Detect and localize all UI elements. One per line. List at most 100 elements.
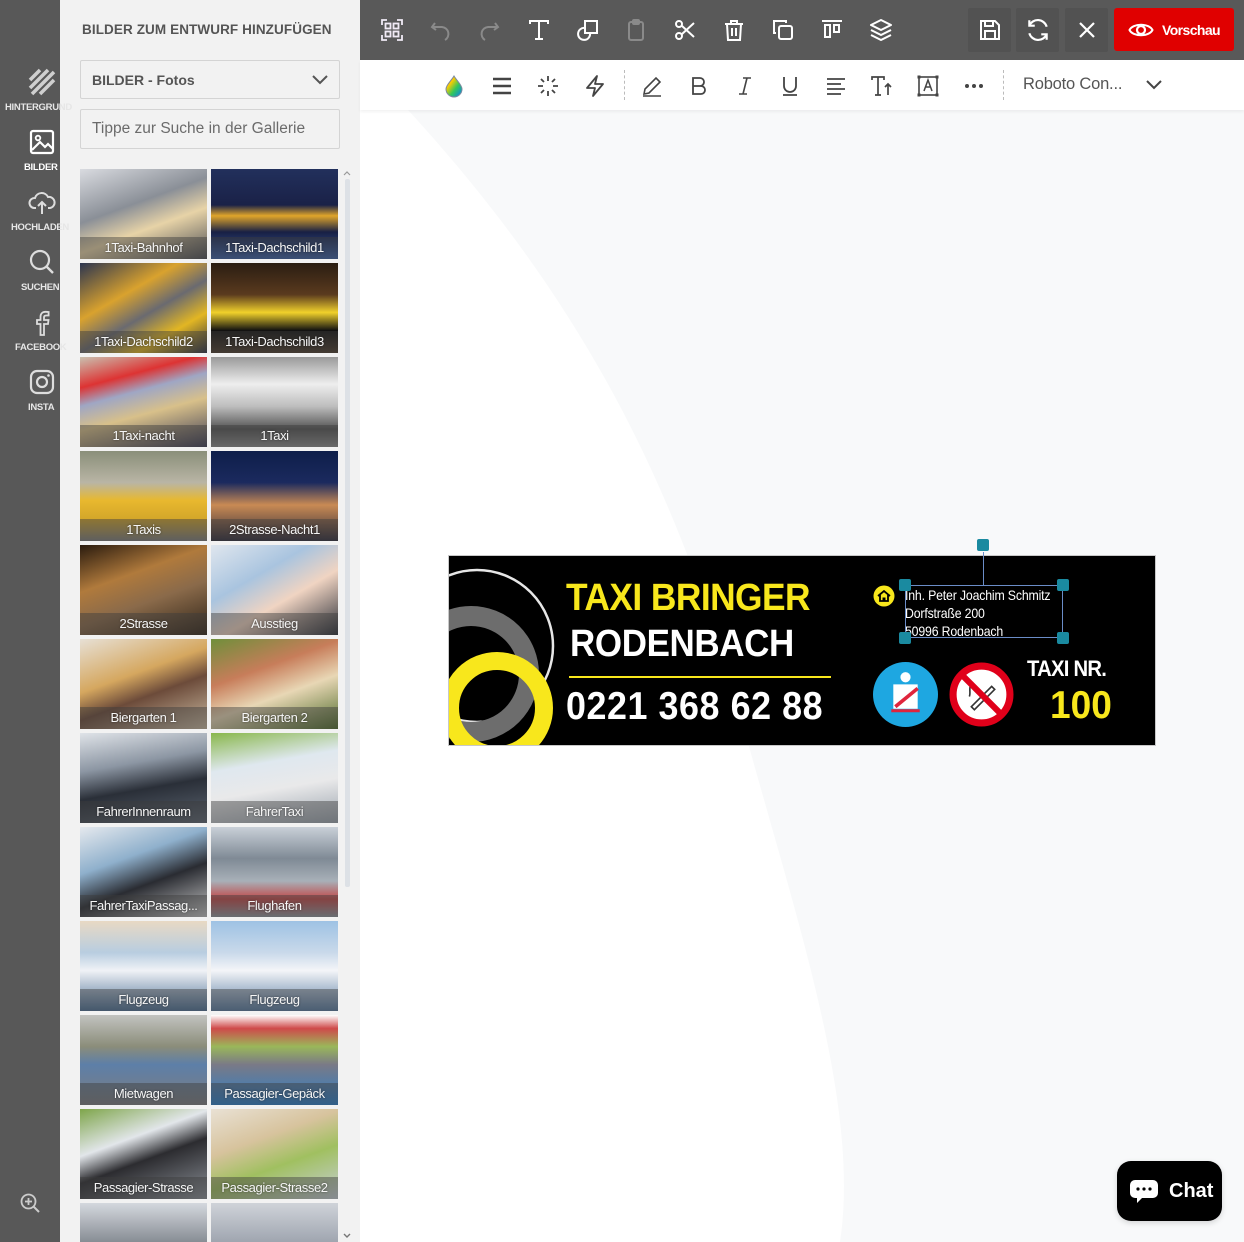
redo-button[interactable] [471, 12, 507, 48]
resize-handle-top-left[interactable] [899, 579, 911, 591]
gallery-thumbnail[interactable]: Ausstieg [211, 545, 338, 635]
resize-handle-top-right[interactable] [1057, 579, 1069, 591]
add-text-button[interactable] [521, 12, 557, 48]
clipboard-icon [628, 19, 644, 41]
cut-button[interactable] [667, 12, 703, 48]
thumbnail-caption: Flugzeug [80, 989, 207, 1011]
gallery-thumbnail[interactable]: Flugzeug [80, 921, 207, 1011]
chat-button[interactable]: Chat [1117, 1161, 1222, 1221]
paste-button[interactable] [618, 12, 654, 48]
resize-handle-bottom-right[interactable] [1057, 632, 1069, 644]
rotate-handle[interactable] [977, 539, 989, 551]
thumbnail-caption: 1Taxis [80, 519, 207, 541]
more-button[interactable] [960, 72, 988, 100]
text-box-button[interactable] [914, 72, 942, 100]
gallery-thumbnail[interactable]: 1Taxi-nacht [80, 357, 207, 447]
resize-handle-bottom-left[interactable] [899, 632, 911, 644]
gallery-thumbnail[interactable]: 1Taxi [211, 357, 338, 447]
align-button[interactable] [822, 72, 850, 100]
category-select[interactable]: BILDER - Fotos [80, 60, 340, 99]
color-button[interactable] [440, 72, 468, 100]
taxi-banner[interactable]: TAXI BRINGER RODENBACH 0221 368 62 88 In… [448, 555, 1156, 746]
thumbnail-caption: 2Strasse [80, 613, 207, 635]
save-icon [979, 20, 1000, 40]
gallery-thumbnail[interactable]: 1Taxi-Bahnhof [80, 169, 207, 259]
gallery-thumbnail[interactable]: 2Strasse [80, 545, 207, 635]
gallery-thumbnail[interactable]: Flughafen [211, 827, 338, 917]
close-button[interactable] [1065, 8, 1108, 52]
italic-button[interactable] [731, 72, 759, 100]
bold-button[interactable] [685, 72, 713, 100]
gallery-thumbnail[interactable]: Flugzeug [211, 921, 338, 1011]
gallery-thumbnail[interactable]: 1Taxi-Dachschild2 [80, 263, 207, 353]
thumbnail-caption: 1Taxi [211, 425, 338, 447]
line-height-button[interactable] [488, 72, 516, 100]
cloud-upload-icon [28, 192, 56, 214]
thumbnail-caption: Ausstieg [211, 613, 338, 635]
undo-icon [430, 22, 450, 41]
close-icon [1078, 22, 1095, 38]
thumbnail-caption: Biergarten 2 [211, 707, 338, 729]
banner-title-line2: RODENBACH [570, 623, 794, 665]
gallery-panel: BILDER ZUM ENTWURF HINZUFÜGEN BILDER - F… [60, 0, 360, 1242]
edit-button[interactable] [638, 72, 666, 100]
align-top-icon [822, 20, 842, 38]
image-grid: 1Taxi-Bahnhof 1Taxi-Dachschild1 1Taxi-Dach… [80, 169, 340, 1242]
gallery-thumbnail[interactable]: Biergarten 1 [80, 639, 207, 729]
qr-code-button[interactable] [374, 12, 410, 48]
gallery-thumbnail[interactable]: 2Strasse-Nacht1 [211, 451, 338, 541]
italic-icon [739, 77, 751, 95]
delete-button[interactable] [716, 12, 752, 48]
gallery-thumbnail[interactable] [211, 1203, 338, 1242]
scroll-up-icon[interactable] [342, 169, 352, 177]
trash-icon [725, 20, 743, 41]
save-button[interactable] [968, 8, 1011, 52]
thumbnail-caption: 1Taxi-Bahnhof [80, 237, 207, 259]
lightning-icon [586, 75, 604, 97]
no-smoking-sign-icon [949, 662, 1014, 727]
scroll-down-icon[interactable] [342, 1232, 352, 1240]
thumbnail-caption: Mietwagen [80, 1083, 207, 1105]
banner-divider [569, 676, 831, 678]
scrollbar-thumb[interactable] [345, 179, 350, 887]
align-top-button[interactable] [814, 12, 850, 48]
gallery-thumbnail[interactable]: FahrerTaxi [211, 733, 338, 823]
undo-button[interactable] [423, 12, 459, 48]
gallery-thumbnail[interactable]: 1Taxi-Dachschild1 [211, 169, 338, 259]
thumbnail-caption: Biergarten 1 [80, 707, 207, 729]
underline-button[interactable] [776, 72, 804, 100]
eye-icon [1128, 23, 1154, 36]
effects-button[interactable] [534, 72, 562, 100]
rail-label: FACEBOOK [15, 342, 67, 353]
gallery-scrollbar[interactable] [342, 169, 352, 1242]
refresh-button[interactable] [1016, 8, 1059, 52]
gallery-thumbnail[interactable]: 1Taxis [80, 451, 207, 541]
facebook-icon [36, 310, 50, 336]
duplicate-button[interactable] [765, 12, 801, 48]
gallery-thumbnail[interactable]: Passagier-Strasse2 [211, 1109, 338, 1199]
gallery-thumbnail[interactable]: Passagier-Strasse [80, 1109, 207, 1199]
font-family-select[interactable]: Roboto Con... [1023, 74, 1163, 98]
gallery-thumbnail[interactable]: FahrerTaxiPassag... [80, 827, 207, 917]
gallery-thumbnail[interactable]: Mietwagen [80, 1015, 207, 1105]
zoom-in-icon[interactable] [19, 1192, 41, 1214]
gallery-thumbnail[interactable]: Passagier-Gepäck [211, 1015, 338, 1105]
gallery-thumbnail[interactable]: Biergarten 2 [211, 639, 338, 729]
selection-box[interactable] [905, 585, 1063, 638]
add-shape-button[interactable] [570, 12, 606, 48]
gallery-thumbnail[interactable]: FahrerInnenraum [80, 733, 207, 823]
gallery-thumbnail[interactable]: 1Taxi-Dachschild3 [211, 263, 338, 353]
panel-title: BILDER ZUM ENTWURF HINZUFÜGEN [82, 22, 332, 37]
chat-bubble-icon [1130, 1180, 1158, 1203]
chevron-down-icon [312, 75, 328, 85]
rotation-guide [983, 552, 984, 585]
search-icon [29, 249, 54, 274]
gallery-search-input[interactable] [80, 109, 340, 149]
font-size-button[interactable] [868, 72, 896, 100]
gallery-thumbnail[interactable] [80, 1203, 207, 1242]
font-size-icon [871, 76, 892, 96]
layers-button[interactable] [863, 12, 899, 48]
animate-button[interactable] [581, 72, 609, 100]
preview-button[interactable]: Vorschau [1114, 8, 1234, 51]
banner-taxi-nr-value: 100 [1050, 684, 1112, 727]
